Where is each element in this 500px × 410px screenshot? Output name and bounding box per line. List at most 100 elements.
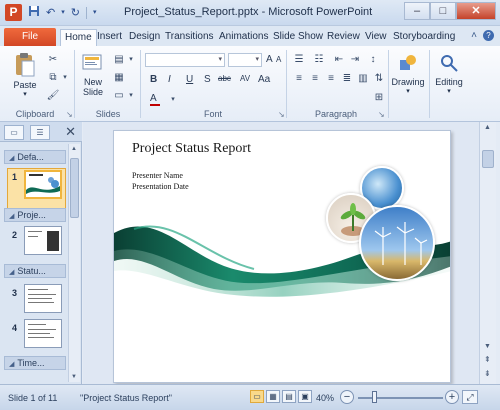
theme-name-status[interactable]: "Project Status Report" — [80, 393, 172, 403]
scroll-down-icon[interactable]: ▼ — [71, 374, 77, 380]
editor-vertical-scrollbar[interactable]: ▲ ▼ ⇞ ⇟ — [479, 122, 496, 384]
editing-button[interactable]: Editing ▾ — [430, 52, 468, 95]
zoom-slider-thumb[interactable] — [372, 391, 377, 403]
slide-thumbnail-4[interactable] — [24, 319, 62, 348]
slides-tab-icon[interactable]: ▭ — [4, 125, 24, 140]
scroll-down-icon[interactable]: ▼ — [484, 343, 491, 350]
shadow-button[interactable]: S — [204, 74, 211, 85]
slide-thumbnail-1[interactable] — [24, 170, 62, 199]
next-slide-icon[interactable]: ⇟ — [484, 369, 491, 378]
align-right-icon[interactable]: ≡ — [324, 73, 338, 85]
line-spacing-icon[interactable]: ↕ — [366, 54, 380, 66]
bullets-icon[interactable]: ☰ — [292, 54, 306, 66]
collapse-section-icon[interactable]: ◢ — [9, 213, 14, 220]
section-timeline[interactable]: ◢ Time... — [4, 356, 66, 370]
columns-icon[interactable]: ▥ — [356, 73, 370, 85]
underline-button[interactable]: U — [186, 74, 193, 85]
paste-dropdown-icon[interactable]: ▾ — [8, 90, 42, 98]
minimize-button[interactable]: – — [404, 2, 430, 20]
copy-dropdown-icon[interactable]: ▾ — [58, 72, 72, 84]
tab-file[interactable]: File — [4, 28, 56, 46]
reading-view-button[interactable]: ▤ — [282, 390, 296, 403]
undo-icon[interactable]: ↶ — [46, 6, 55, 20]
bold-button[interactable]: B — [150, 74, 157, 85]
reset-icon[interactable]: ▦ — [112, 72, 126, 84]
scrollbar-thumb[interactable] — [482, 150, 494, 168]
help-icon[interactable]: ? — [483, 30, 494, 41]
section-default[interactable]: ◢ Defa... — [4, 150, 66, 164]
close-panel-icon[interactable]: ✕ — [65, 124, 76, 140]
align-left-icon[interactable]: ≡ — [292, 73, 306, 85]
fit-to-window-button[interactable]: ⤢ — [462, 390, 478, 404]
slide-show-view-button[interactable]: ▣ — [298, 390, 312, 403]
minimize-ribbon-icon[interactable]: ˄ — [471, 30, 477, 41]
slides-panel-scrollbar[interactable]: ▲ ▼ — [68, 144, 80, 382]
italic-button[interactable]: I — [168, 74, 171, 85]
presenter-name[interactable]: Presenter Name — [132, 171, 183, 180]
collapse-section-icon[interactable]: ◢ — [9, 155, 14, 162]
zoom-in-button[interactable]: + — [445, 390, 459, 404]
slide-title[interactable]: Project Status Report — [132, 141, 251, 157]
tab-transitions[interactable]: Transitions — [165, 29, 214, 46]
tab-view[interactable]: View — [365, 29, 387, 46]
font-size-combobox[interactable]: ▾ — [228, 53, 262, 67]
zoom-out-button[interactable]: − — [340, 390, 354, 404]
justify-icon[interactable]: ≣ — [340, 73, 354, 85]
powerpoint-app-icon[interactable]: P — [5, 4, 22, 21]
section-dropdown-icon[interactable]: ▾ — [124, 90, 138, 102]
zoom-slider-track[interactable] — [358, 397, 443, 399]
slide-canvas[interactable]: Project Status Report Presenter Name Pre… — [113, 130, 451, 383]
slide-thumbnail-3[interactable] — [24, 284, 62, 313]
paragraph-launcher-icon[interactable]: ↘ — [378, 110, 385, 119]
normal-view-button[interactable]: ▭ — [250, 390, 264, 403]
tab-storyboarding[interactable]: Storyboarding — [393, 29, 455, 46]
collapse-section-icon[interactable]: ◢ — [9, 269, 14, 276]
clipboard-launcher-icon[interactable]: ↘ — [66, 110, 73, 119]
presentation-date[interactable]: Presentation Date — [132, 182, 189, 191]
maximize-button[interactable]: □ — [430, 2, 456, 20]
change-case-button[interactable]: Aa — [258, 74, 270, 85]
shrink-font-icon[interactable]: A — [276, 55, 281, 64]
scroll-up-icon[interactable]: ▲ — [484, 124, 491, 131]
font-launcher-icon[interactable]: ↘ — [278, 110, 285, 119]
font-name-combobox[interactable]: ▾ — [145, 53, 225, 67]
paste-button[interactable]: Paste ▾ — [8, 52, 42, 98]
collapse-section-icon[interactable]: ◢ — [9, 361, 14, 368]
text-direction-icon[interactable]: ⇅ — [372, 73, 386, 85]
section-project[interactable]: ◢ Proje... — [4, 208, 66, 222]
decrease-indent-icon[interactable]: ⇤ — [332, 54, 346, 66]
drawing-button[interactable]: Drawing ▾ — [389, 52, 427, 95]
tab-insert[interactable]: Insert — [97, 29, 122, 46]
customize-icon[interactable]: ▾ — [93, 6, 97, 20]
previous-slide-icon[interactable]: ⇞ — [484, 355, 491, 364]
tab-design[interactable]: Design — [129, 29, 160, 46]
format-painter-icon[interactable]: 🖌 — [46, 90, 60, 102]
font-color-button[interactable]: A — [150, 93, 160, 106]
increase-indent-icon[interactable]: ⇥ — [348, 54, 362, 66]
slide-sorter-view-button[interactable]: ▦ — [266, 390, 280, 403]
repeat-icon[interactable]: ↻ — [71, 6, 80, 20]
strikethrough-button[interactable]: abc — [218, 74, 231, 83]
numbering-icon[interactable]: ☷ — [312, 54, 326, 66]
character-spacing-button[interactable]: AV — [240, 74, 250, 83]
tab-home[interactable]: Home — [60, 29, 97, 46]
section-status[interactable]: ◢ Statu... — [4, 264, 66, 278]
grow-font-icon[interactable]: A — [266, 54, 273, 65]
align-center-icon[interactable]: ≡ — [308, 73, 322, 85]
scroll-up-icon[interactable]: ▲ — [71, 146, 77, 152]
undo-dropdown-icon[interactable]: ▾ — [61, 6, 65, 20]
scrollbar-thumb[interactable] — [70, 158, 79, 218]
tab-slide-show[interactable]: Slide Show — [273, 29, 323, 46]
close-button[interactable]: ✕ — [456, 2, 496, 20]
slide-thumbnail-2[interactable] — [24, 226, 62, 255]
align-text-icon[interactable]: ⊞ — [372, 92, 386, 104]
tab-review[interactable]: Review — [327, 29, 360, 46]
outline-tab-icon[interactable]: ☰ — [30, 125, 50, 140]
font-color-dropdown-icon[interactable]: ▾ — [166, 94, 180, 106]
cut-icon[interactable]: ✂ — [46, 54, 60, 66]
new-slide-button[interactable]: New Slide — [78, 52, 108, 97]
tab-animations[interactable]: Animations — [219, 29, 268, 46]
save-icon[interactable] — [28, 5, 40, 21]
layout-dropdown-icon[interactable]: ▾ — [124, 54, 138, 66]
zoom-level[interactable]: 40% — [316, 393, 334, 403]
